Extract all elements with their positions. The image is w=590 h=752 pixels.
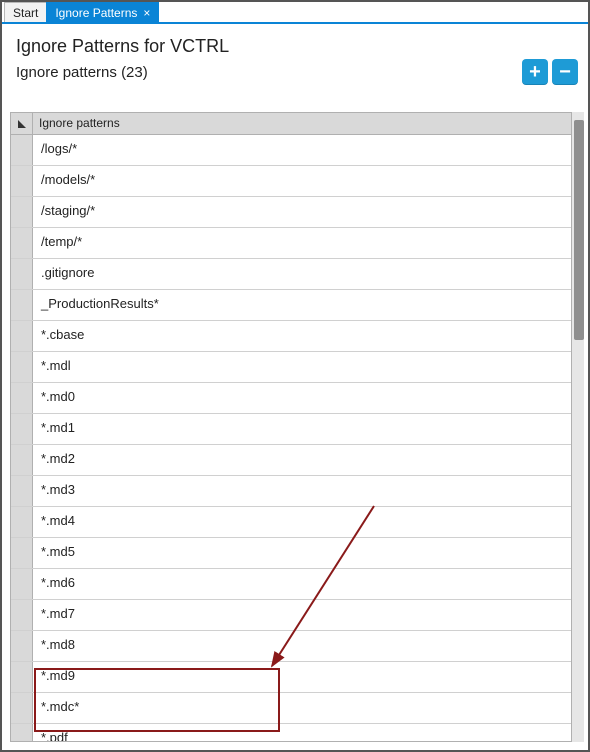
table-row[interactable]: *.md8	[11, 631, 571, 662]
row-header[interactable]	[11, 135, 33, 165]
row-header[interactable]	[11, 507, 33, 537]
row-header[interactable]	[11, 383, 33, 413]
row-header[interactable]	[11, 259, 33, 289]
pattern-cell[interactable]: /staging/*	[33, 197, 571, 227]
triangle-icon	[17, 119, 27, 129]
table-row[interactable]: _ProductionResults*	[11, 290, 571, 321]
pattern-cell[interactable]: /logs/*	[33, 135, 571, 165]
row-header[interactable]	[11, 290, 33, 320]
row-header[interactable]	[11, 476, 33, 506]
page-title: Ignore Patterns for VCTRL	[16, 36, 574, 57]
table-row[interactable]: /models/*	[11, 166, 571, 197]
minus-icon: −	[559, 61, 571, 84]
pattern-cell[interactable]: *.md3	[33, 476, 571, 506]
pattern-cell[interactable]: *.cbase	[33, 321, 571, 351]
grid-body: /logs/*/models/*/staging/*/temp/*.gitign…	[11, 135, 571, 742]
window: Start Ignore Patterns × Ignore Patterns …	[0, 0, 590, 752]
table-row[interactable]: *.pdf	[11, 724, 571, 742]
pattern-cell[interactable]: *.md1	[33, 414, 571, 444]
table-row[interactable]: *.md4	[11, 507, 571, 538]
pattern-cell[interactable]: *.md5	[33, 538, 571, 568]
row-header[interactable]	[11, 693, 33, 723]
table-row[interactable]: /logs/*	[11, 135, 571, 166]
row-header[interactable]	[11, 228, 33, 258]
row-header[interactable]	[11, 352, 33, 382]
scrollbar-thumb[interactable]	[574, 120, 584, 340]
table-row[interactable]: *.md7	[11, 600, 571, 631]
table-row[interactable]: *.md1	[11, 414, 571, 445]
vertical-scrollbar[interactable]	[572, 112, 584, 742]
pattern-cell[interactable]: *.mdl	[33, 352, 571, 382]
column-header-patterns[interactable]: Ignore patterns	[33, 113, 571, 134]
content-area: Ignore Patterns for VCTRL Ignore pattern…	[4, 26, 586, 748]
table-row[interactable]: *.md0	[11, 383, 571, 414]
close-icon[interactable]: ×	[143, 6, 150, 20]
row-header[interactable]	[11, 166, 33, 196]
pattern-cell[interactable]: *.md9	[33, 662, 571, 692]
row-header[interactable]	[11, 197, 33, 227]
pattern-cell[interactable]: /temp/*	[33, 228, 571, 258]
table-row[interactable]: *.md5	[11, 538, 571, 569]
row-header[interactable]	[11, 662, 33, 692]
pattern-cell[interactable]: .gitignore	[33, 259, 571, 289]
tab-ignore-patterns[interactable]: Ignore Patterns ×	[46, 2, 159, 22]
pattern-cell[interactable]: *.mdc*	[33, 693, 571, 723]
table-row[interactable]: *.md3	[11, 476, 571, 507]
pattern-cell[interactable]: *.md2	[33, 445, 571, 475]
row-header[interactable]	[11, 321, 33, 351]
table-row[interactable]: *.mdc*	[11, 693, 571, 724]
table-row[interactable]: *.md6	[11, 569, 571, 600]
pattern-cell[interactable]: *.md7	[33, 600, 571, 630]
pattern-cell[interactable]: _ProductionResults*	[33, 290, 571, 320]
grid-header: Ignore patterns	[11, 113, 571, 135]
page-subtitle: Ignore patterns (23)	[16, 64, 148, 81]
table-row[interactable]: /staging/*	[11, 197, 571, 228]
tab-start-label: Start	[13, 6, 38, 20]
table-row[interactable]: .gitignore	[11, 259, 571, 290]
toolbar: + −	[522, 59, 578, 85]
row-header[interactable]	[11, 600, 33, 630]
tab-bar: Start Ignore Patterns ×	[2, 2, 588, 24]
row-header[interactable]	[11, 414, 33, 444]
table-row[interactable]: *.md9	[11, 662, 571, 693]
pattern-cell[interactable]: /models/*	[33, 166, 571, 196]
pattern-cell[interactable]: *.md8	[33, 631, 571, 661]
table-row[interactable]: *.cbase	[11, 321, 571, 352]
pattern-cell[interactable]: *.md6	[33, 569, 571, 599]
row-header[interactable]	[11, 631, 33, 661]
pattern-cell[interactable]: *.md4	[33, 507, 571, 537]
plus-icon: +	[529, 61, 541, 84]
row-header[interactable]	[11, 569, 33, 599]
table-row[interactable]: *.md2	[11, 445, 571, 476]
tab-ignore-label: Ignore Patterns	[55, 6, 137, 20]
tab-start[interactable]: Start	[4, 2, 47, 22]
pattern-cell[interactable]: *.pdf	[33, 724, 571, 742]
pattern-cell[interactable]: *.md0	[33, 383, 571, 413]
row-header[interactable]	[11, 445, 33, 475]
table-row[interactable]: /temp/*	[11, 228, 571, 259]
table-row[interactable]: *.mdl	[11, 352, 571, 383]
patterns-grid: Ignore patterns /logs/*/models/*/staging…	[10, 112, 572, 742]
row-header[interactable]	[11, 538, 33, 568]
remove-button[interactable]: −	[552, 59, 578, 85]
row-header[interactable]	[11, 724, 33, 742]
select-all-corner[interactable]	[11, 113, 33, 134]
add-button[interactable]: +	[522, 59, 548, 85]
